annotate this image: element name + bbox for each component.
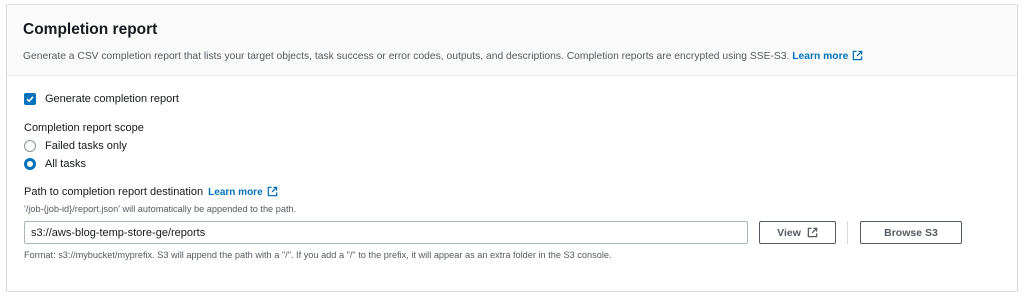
external-link-icon — [267, 186, 277, 197]
all-tasks-radio[interactable] — [24, 158, 36, 170]
all-tasks-label: All tasks — [45, 158, 86, 170]
browse-s3-button[interactable]: Browse S3 — [860, 221, 962, 244]
panel-body: Generate completion report Completion re… — [7, 76, 1017, 260]
generate-report-checkbox[interactable] — [24, 93, 36, 105]
generate-report-label: Generate completion report — [45, 93, 179, 105]
panel-description-text: Generate a CSV completion report that li… — [23, 51, 790, 62]
destination-label-row: Path to completion report destination Le… — [24, 186, 1001, 198]
external-link-icon — [807, 227, 818, 238]
destination-learn-more-label: Learn more — [208, 187, 263, 198]
failed-tasks-label: Failed tasks only — [45, 140, 127, 152]
view-button-label: View — [777, 226, 801, 239]
destination-hint: '/job-{job-id}/report.json' will automat… — [24, 204, 297, 214]
panel-title: Completion report — [23, 21, 158, 38]
external-link-icon — [853, 50, 863, 61]
failed-tasks-radio[interactable] — [24, 140, 36, 152]
checkmark-icon — [26, 96, 34, 103]
destination-path-input[interactable] — [24, 221, 748, 244]
panel-header: Completion report Generate a CSV complet… — [7, 5, 1017, 76]
scope-label: Completion report scope — [24, 122, 144, 134]
view-button[interactable]: View — [759, 221, 836, 244]
scope-option-all[interactable]: All tasks — [24, 158, 1001, 170]
format-help-text: Format: s3://mybucket/myprefix. S3 will … — [24, 250, 612, 260]
completion-report-panel: Completion report Generate a CSV complet… — [6, 4, 1018, 292]
learn-more-link[interactable]: Learn more — [792, 50, 863, 62]
destination-label: Path to completion report destination — [24, 186, 204, 198]
learn-more-label: Learn more — [792, 51, 849, 62]
destination-learn-more-link[interactable]: Learn more — [208, 186, 277, 198]
destination-input-row: View Browse S3 — [24, 221, 1001, 244]
scope-option-failed[interactable]: Failed tasks only — [24, 140, 1001, 152]
button-divider — [847, 221, 848, 244]
panel-description: Generate a CSV completion report that li… — [23, 50, 1001, 64]
generate-report-row[interactable]: Generate completion report — [24, 93, 1001, 105]
